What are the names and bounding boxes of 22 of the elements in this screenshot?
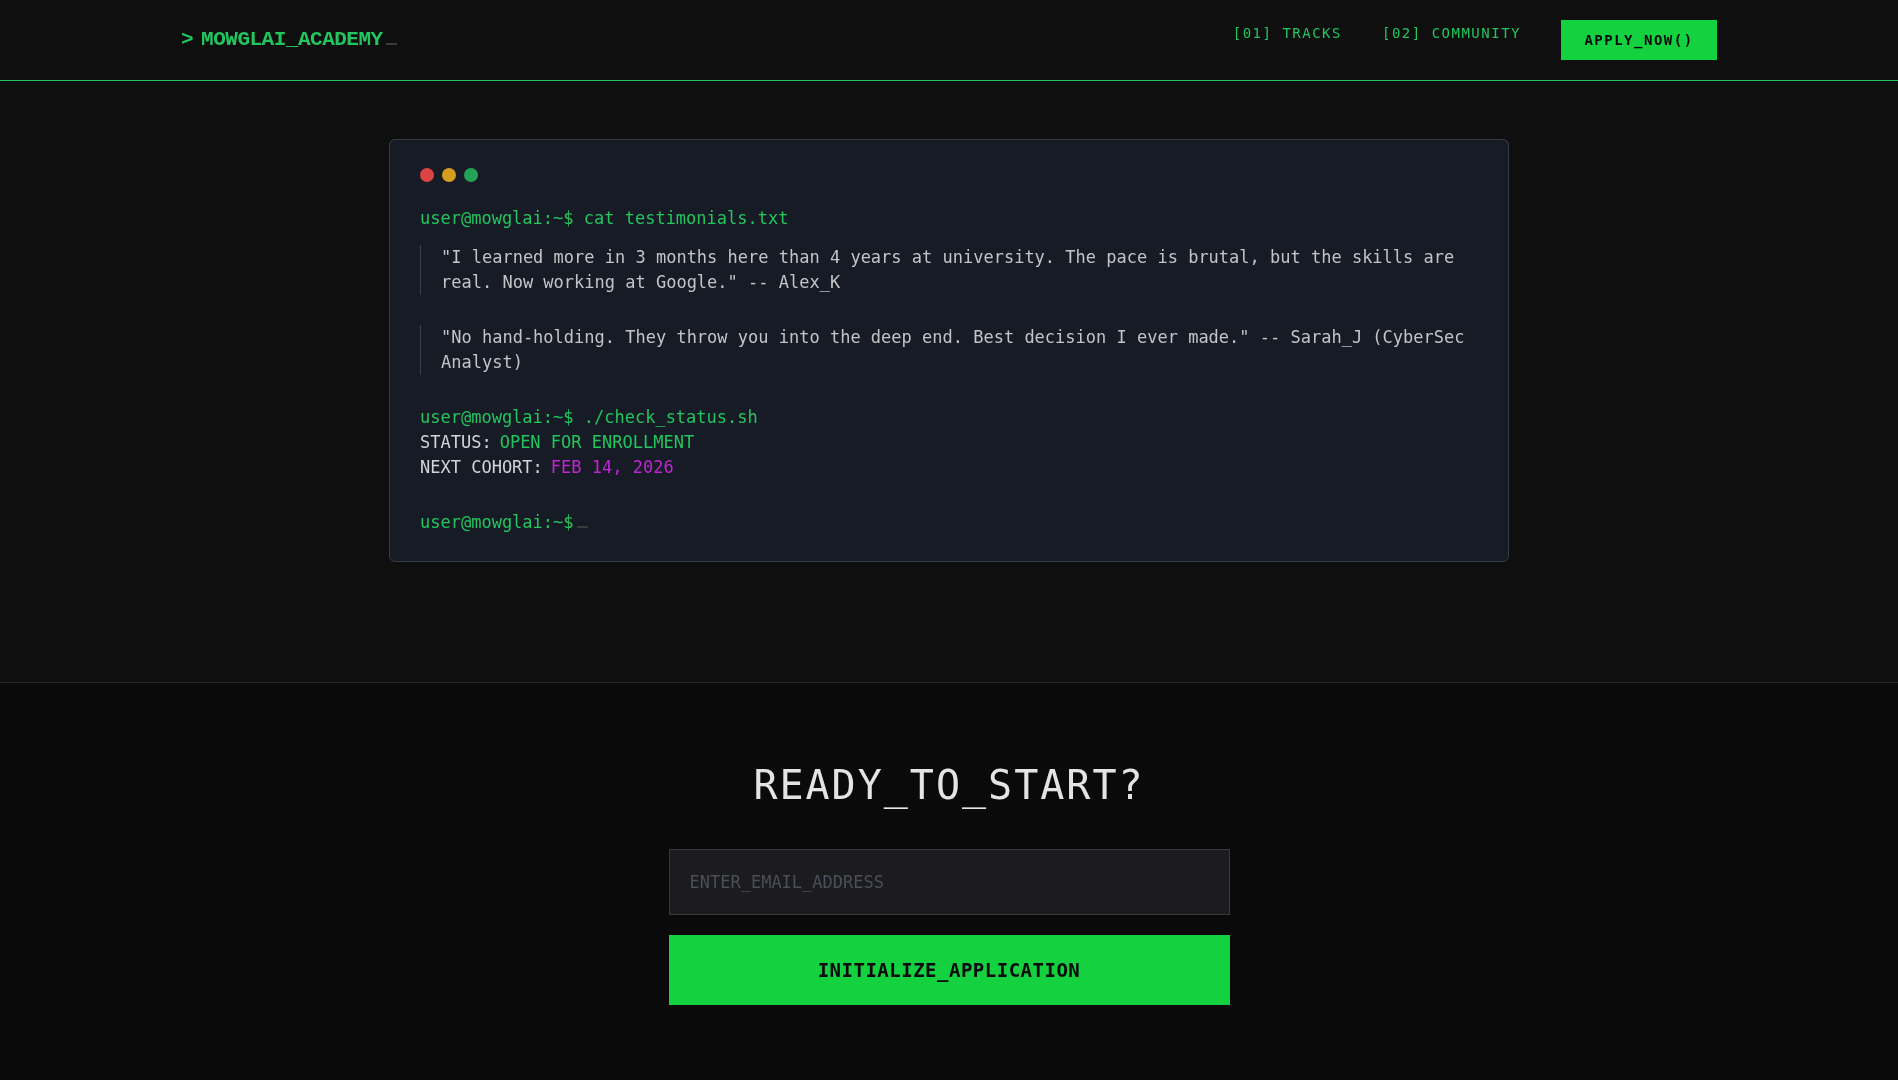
close-dot-icon[interactable]: [420, 168, 434, 182]
section-heading: READY_TO_START?: [752, 761, 1146, 809]
submit-button[interactable]: INITIALIZE_APPLICATION: [668, 935, 1230, 1005]
output-value: OPEN FOR ENROLLMENT: [499, 431, 695, 454]
command-line: user@mowglai:~$ cat testimonials.txt: [420, 207, 790, 230]
maximize-dot-icon[interactable]: [464, 168, 478, 182]
text-cursor: [576, 526, 588, 528]
minimize-dot-icon[interactable]: [442, 168, 456, 182]
apply-button[interactable]: APPLY_NOW(): [1561, 20, 1717, 60]
text-cursor: [385, 43, 397, 46]
logo[interactable]: MOWGLAI_ACADEMY: [201, 24, 383, 56]
testimonial-quote: "No hand-holding. They throw you into the deep end. Best decision I ever made." -- Sarah_J (CyberSec Analyst): [420, 325, 1478, 375]
testimonial-quote: "I learned more in 3 months here than 4 years at university. The pace is brutal, but the skills are real. Now working at Google." -- Alex_K: [420, 245, 1478, 295]
prompt-text: user@mowglai:~$: [420, 511, 574, 534]
command-line: user@mowglai:~$ ./check_status.sh: [420, 406, 759, 429]
output-label: STATUS:: [420, 431, 492, 454]
prompt-symbol: >: [181, 27, 194, 54]
email-field[interactable]: ENTER_EMAIL_ADDRESS: [668, 849, 1230, 915]
nav-link[interactable]: [02] COMMUNITY: [1382, 22, 1521, 44]
output-value: FEB 14, 2026: [550, 456, 674, 479]
output-label: NEXT COHORT:: [420, 456, 543, 479]
nav-link[interactable]: [01] TRACKS: [1232, 22, 1342, 44]
